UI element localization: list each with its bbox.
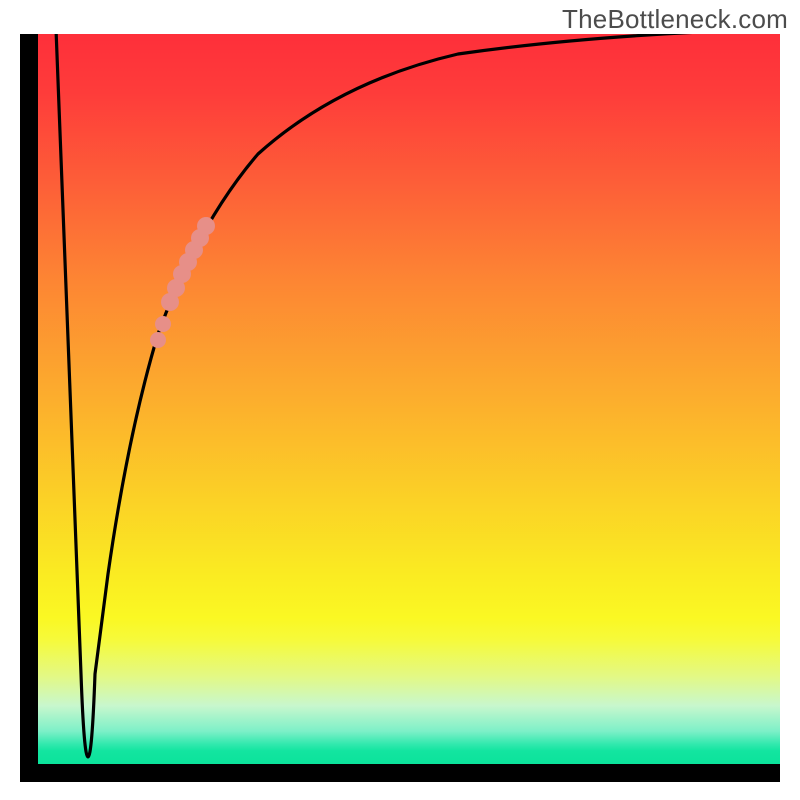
watermark-text: TheBottleneck.com — [562, 4, 788, 35]
chart-frame — [20, 34, 780, 782]
bottleneck-curve — [56, 34, 780, 757]
plot-area — [38, 34, 780, 764]
curve-overlay — [38, 34, 780, 764]
marker-cluster — [150, 217, 215, 348]
chart-root: TheBottleneck.com — [0, 0, 800, 800]
